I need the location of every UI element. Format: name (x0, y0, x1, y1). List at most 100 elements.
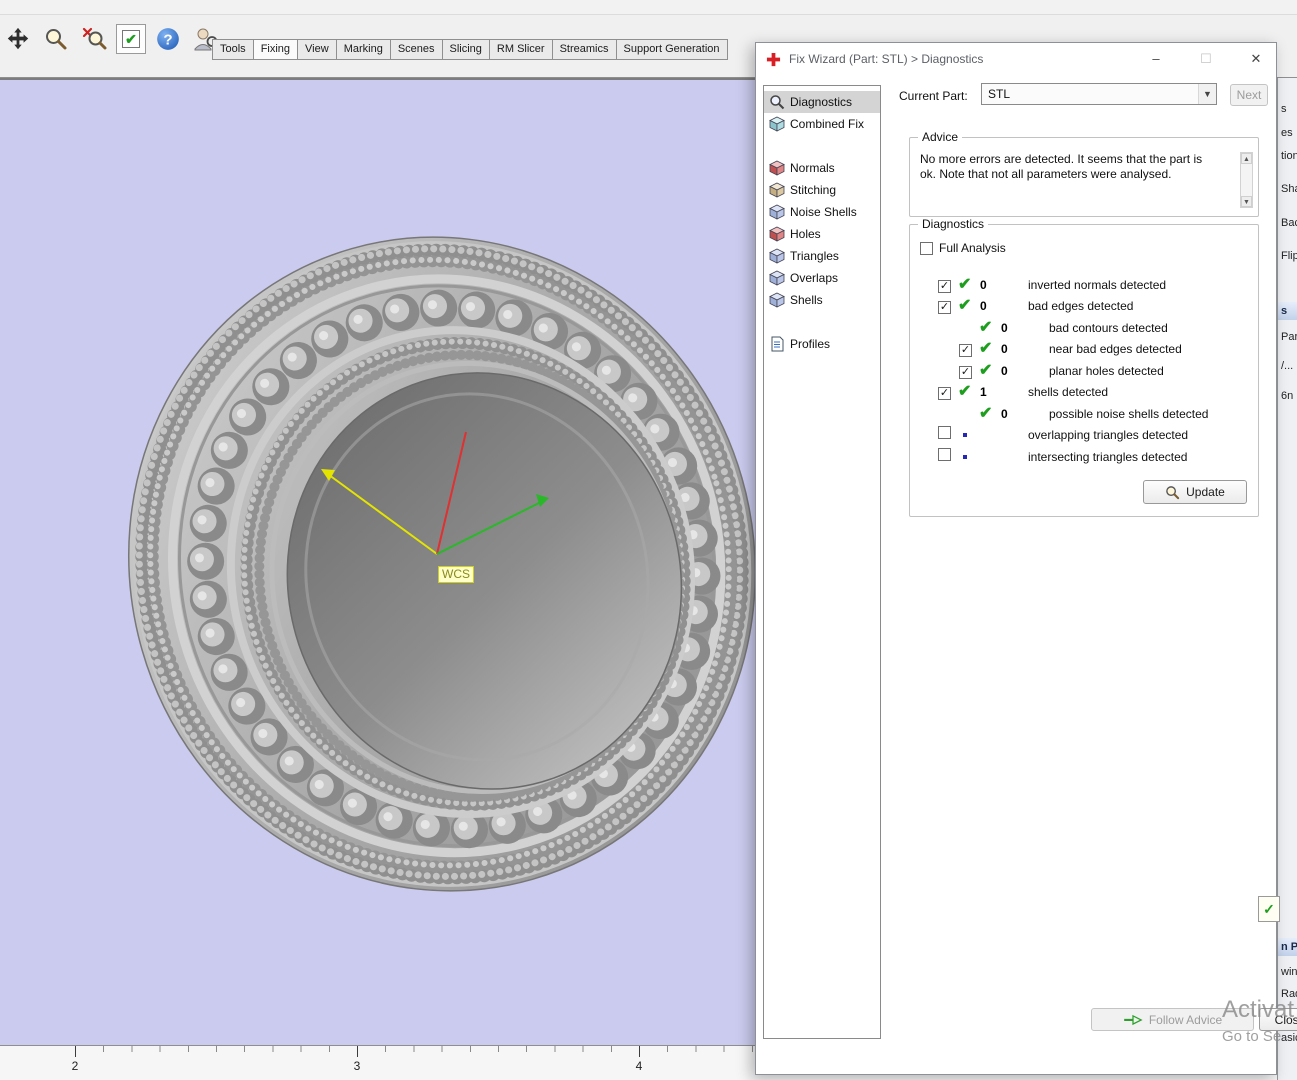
zoom-remove-icon[interactable] (78, 22, 110, 56)
current-part-dropdown[interactable]: STL ▼ (981, 83, 1217, 105)
ruler-label: 4 (635, 1059, 643, 1073)
checkbox-slot: ✓ (938, 297, 958, 315)
clipped-text-fragment: Bac (1281, 217, 1297, 229)
dice-icon (769, 204, 785, 220)
green-check-icon: ✔ (979, 404, 993, 422)
sidebar-item-profiles[interactable]: Profiles (764, 333, 880, 355)
diagnostic-label: intersecting triangles detected (1028, 449, 1188, 464)
sidebar-item-normals[interactable]: Normals (764, 157, 880, 179)
sidebar-item-noise-shells[interactable]: Noise Shells (764, 201, 880, 223)
diagnostic-count: 0 (1001, 406, 1008, 421)
diagnostic-label: bad edges detected (1028, 299, 1134, 314)
cube-blue-icon (769, 248, 785, 264)
diagnostic-checkbox[interactable] (938, 447, 951, 461)
checkbox-slot (938, 447, 958, 466)
close-window-button[interactable]: ✕ (1244, 49, 1268, 69)
diagnostic-checkbox[interactable]: ✓ (938, 387, 951, 401)
tab-scenes[interactable]: Scenes (389, 39, 443, 60)
tab-marking[interactable]: Marking (335, 39, 391, 60)
tab-tools[interactable]: Tools (212, 39, 254, 60)
advice-text: No more errors are detected. It seems th… (920, 152, 1203, 181)
cube-blue-icon (769, 270, 785, 286)
clipped-text-fragment: Part (1281, 331, 1297, 343)
full-analysis-row: Full Analysis (920, 241, 1006, 255)
sidebar-item-label: Triangles (790, 249, 839, 263)
green-arrow-icon (1123, 1014, 1143, 1026)
right-panel-clipped: sestionShaBacFlipsPart/...6nn PawingRadn… (1277, 78, 1297, 1080)
blue-dot-icon (963, 454, 967, 459)
clipped-text-fragment: tion (1281, 150, 1297, 162)
sidebar-item-overlaps[interactable]: Overlaps (764, 267, 880, 289)
dialog-title: Fix Wizard (Part: STL) > Diagnostics (789, 52, 984, 66)
maximize-button[interactable]: ☐ (1194, 49, 1218, 69)
sidebar-item-holes[interactable]: Holes (764, 223, 880, 245)
sidebar-item-label: Diagnostics (790, 95, 853, 109)
green-check-icon: ✔ (979, 318, 993, 336)
sidebar-item-label: Combined Fix (790, 117, 865, 131)
status-slot: ✔ (958, 384, 980, 400)
tab-rm-slicer[interactable]: RM Slicer (488, 39, 553, 60)
tab-view[interactable]: View (297, 39, 337, 60)
toolbar-tabs: Tools Fixing View Marking Scenes Slicing RM Sl… (212, 39, 728, 60)
help-icon[interactable]: ? (152, 22, 184, 56)
diagnostic-row: ✓ ✔ 1 shells detected (938, 382, 1258, 404)
chevron-down-icon[interactable]: ▼ (1198, 84, 1216, 104)
current-part-label: Current Part: (899, 89, 968, 103)
next-button[interactable]: Next (1230, 84, 1268, 106)
clipped-text-fragment: /... (1281, 360, 1294, 372)
clipped-text-fragment: wing (1281, 966, 1297, 978)
scroll-down-icon[interactable]: ▼ (1241, 196, 1252, 207)
tab-slicing[interactable]: Slicing (441, 39, 490, 60)
checkbox-slot: ✓ (938, 383, 958, 401)
diagnostic-row: ✔ 0 possible noise shells detected (959, 403, 1258, 425)
follow-advice-button[interactable]: Follow Advice (1091, 1008, 1254, 1031)
close-button[interactable]: Close (1259, 1008, 1297, 1031)
sidebar-item-combined-fix[interactable]: Combined Fix (764, 113, 880, 135)
full-analysis-checkbox[interactable] (920, 241, 933, 255)
diagnostic-checkbox[interactable]: ✓ (938, 301, 951, 315)
current-part-value: STL (988, 87, 1011, 101)
move-icon[interactable] (2, 22, 34, 56)
sidebar-item-shells[interactable]: Shells (764, 289, 880, 311)
tab-streamics[interactable]: Streamics (551, 39, 617, 60)
sidebar-item-label: Overlaps (790, 271, 839, 285)
diagnostic-checkbox[interactable]: ✓ (959, 365, 972, 379)
sidebar-item-triangles[interactable]: Triangles (764, 245, 880, 267)
dialog-titlebar[interactable]: Fix Wizard (Part: STL) > Diagnostics – ☐… (756, 43, 1276, 75)
sidebar-item-stitching[interactable]: Stitching (764, 179, 880, 201)
verify-checkbox-icon[interactable]: ✔ (116, 24, 146, 54)
main-toolbar: ✔ ? (2, 22, 222, 56)
sidebar-item-diagnostics[interactable]: Diagnostics (764, 91, 880, 113)
clipped-text-fragment: s (1278, 302, 1297, 320)
diagnostic-checkbox[interactable]: ✓ (959, 344, 972, 358)
sidebar-item-label: Shells (790, 293, 823, 307)
diagnostic-count: 0 (980, 299, 987, 314)
update-button[interactable]: Update (1143, 480, 1247, 504)
panel-check-button[interactable]: ✓ (1258, 896, 1280, 922)
minimize-button[interactable]: – (1144, 49, 1168, 69)
diagnostic-count: 0 (1001, 320, 1008, 335)
clipped-text-fragment: 6n (1281, 390, 1294, 402)
wcs-label: WCS (438, 566, 474, 583)
scroll-up-icon[interactable]: ▲ (1241, 153, 1252, 164)
materialise-logo-icon (766, 52, 781, 66)
zoom-icon[interactable] (40, 22, 72, 56)
tab-fixing[interactable]: Fixing (252, 39, 299, 60)
clipped-text-fragment: Sha (1281, 183, 1297, 195)
diagnostics-legend: Diagnostics (918, 217, 989, 231)
fix-wizard-dialog: Fix Wizard (Part: STL) > Diagnostics – ☐… (755, 42, 1297, 1075)
diagnostic-row: ✓ ✔ 0 near bad edges detected (959, 339, 1258, 361)
checkbox-slot: ✓ (959, 340, 979, 358)
tab-support-generation[interactable]: Support Generation (615, 39, 728, 60)
full-analysis-label: Full Analysis (939, 241, 1006, 255)
diagnostic-checkbox[interactable] (938, 426, 951, 440)
advice-scrollbar[interactable]: ▲ ▼ (1240, 152, 1253, 208)
diagnostic-checkbox[interactable]: ✓ (938, 279, 951, 293)
green-check-icon: ✔ (958, 297, 972, 315)
green-check-icon: ✔ (979, 361, 993, 379)
green-check-icon: ✔ (958, 275, 972, 293)
status-slot: ✔ (979, 318, 1001, 336)
diagnostic-label: possible noise shells detected (1049, 406, 1209, 421)
status-slot: ✔ (958, 298, 980, 314)
clipped-text-fragment: s (1281, 103, 1287, 115)
